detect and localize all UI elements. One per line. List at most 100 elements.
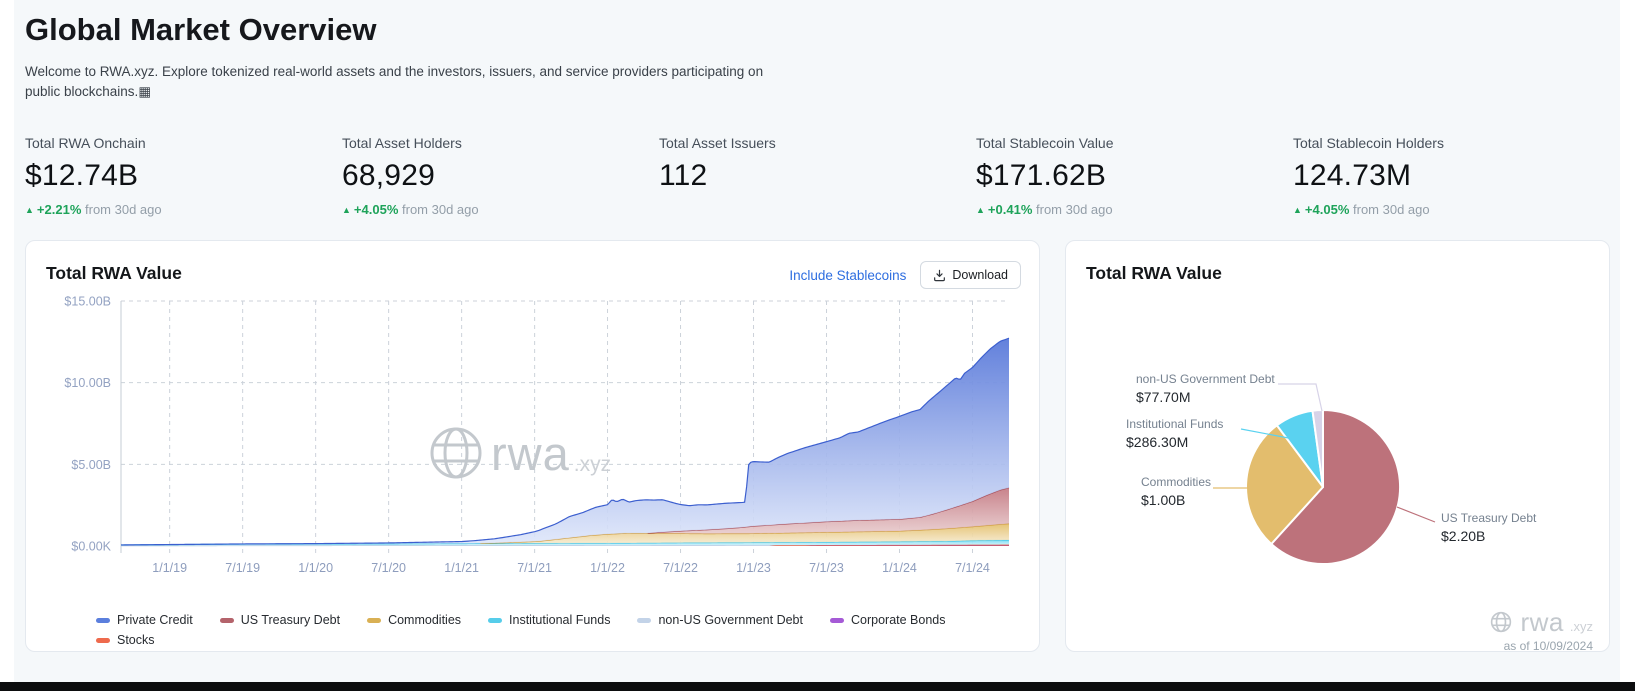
pie-label-commodities: Commodities $1.00B (1141, 474, 1211, 508)
x-tick-label: 1/1/24 (882, 561, 917, 575)
pie-label-us-treasury-debt: US Treasury Debt $2.20B (1441, 510, 1536, 544)
legend-swatch (637, 617, 652, 623)
stat-delta-pct: +4.05% (353, 202, 399, 217)
leader-line-non-us-government-debt (1278, 383, 1323, 412)
area-chart-legend: Private Credit US Treasury Debt Commoditie… (96, 613, 1031, 647)
legend-swatch (96, 617, 110, 623)
include-stablecoins-link[interactable]: Include Stablecoins (789, 268, 906, 283)
page: Global Market Overview Welcome to RWA.xy… (0, 0, 1635, 691)
total-rwa-value-area-card: Total RWA Value Include Stablecoins Down… (25, 240, 1040, 652)
pie-label-value: $286.30M (1126, 434, 1189, 450)
stat-value: $12.74B (25, 159, 139, 192)
legend-label: Corporate Bonds (850, 613, 946, 627)
stat-total-rwa-onchain: Total RWA Onchain $12.74B ▲ +2.21% from 3… (25, 135, 342, 217)
stat-delta: ▲ +4.05% from 30d ago (1293, 202, 1610, 217)
stat-total-stablecoin-value: Total Stablecoin Value $171.62B ▲ +0.41% … (976, 135, 1293, 217)
legend-label: Institutional Funds (509, 613, 611, 627)
x-tick-label: 1/1/22 (590, 561, 625, 575)
up-triangle-icon: ▲ (342, 205, 351, 215)
rwa-value-area-chart[interactable]: $0.00K $5.00B $10.00B $15.00B 1/1/19 7/1/19 1/… (26, 287, 1041, 599)
x-tick-label: 1/1/23 (736, 561, 771, 575)
area-card-actions: Include Stablecoins Download (789, 261, 1021, 289)
pie-label-name: Commodities (1141, 475, 1212, 489)
x-tick-label: 7/1/19 (225, 561, 260, 575)
y-tick-label: $0.00K (71, 540, 111, 554)
legend-swatch (219, 617, 234, 623)
x-tick-label: 1/1/19 (152, 561, 187, 575)
stat-label: Total Stablecoin Holders (1293, 135, 1444, 151)
stat-label: Total RWA Onchain (25, 135, 146, 151)
as-of-date: as of 10/09/2024 (1503, 639, 1593, 653)
pie-label-value: $2.20B (1441, 528, 1486, 544)
stat-total-asset-holders: Total Asset Holders 68,929 ▲ +4.05% from … (342, 135, 659, 217)
page-subtitle: Welcome to RWA.xyz. Explore tokenized re… (25, 62, 795, 102)
legend-swatch (96, 637, 110, 643)
area-private-credit (121, 338, 1009, 546)
legend-item-stocks[interactable]: Stocks (96, 633, 155, 647)
stat-label: Total Asset Issuers (659, 135, 776, 151)
y-tick-label: $5.00B (71, 458, 111, 472)
page-title: Global Market Overview (25, 12, 377, 47)
legend-item-commodities[interactable]: Commodities (367, 613, 461, 627)
bottom-dark-bar (0, 682, 1635, 691)
stat-delta-pct: +0.41% (987, 202, 1033, 217)
x-tick-label: 1/1/21 (444, 561, 479, 575)
legend-label: US Treasury Debt (240, 613, 341, 627)
pie-label-non-us-government-debt: non-US Government Debt $77.70M (1136, 371, 1275, 405)
stats-row: Total RWA Onchain $12.74B ▲ +2.21% from 3… (25, 135, 1610, 217)
download-button-label: Download (952, 268, 1008, 282)
page-subtitle-line2: public blockchains.▦ (25, 84, 152, 99)
download-icon (934, 269, 946, 281)
legend-swatch (829, 617, 844, 623)
legend-item-us-treasury-debt[interactable]: US Treasury Debt (219, 613, 341, 627)
total-rwa-value-pie-card: Total RWA Value non-US Government Debt $… (1065, 240, 1610, 653)
pie-label-value: $77.70M (1136, 389, 1191, 405)
legend-label: Commodities (388, 613, 462, 627)
legend-item-non-us-government-debt[interactable]: non-US Government Debt (637, 613, 803, 627)
stat-delta-pct: +2.21% (36, 202, 82, 217)
x-tick-label: 1/1/20 (298, 561, 333, 575)
up-triangle-icon: ▲ (25, 205, 34, 215)
x-tick-label: 7/1/24 (955, 561, 990, 575)
legend-label: Private Credit (117, 613, 193, 627)
page-subtitle-line1: Welcome to RWA.xyz. Explore tokenized re… (25, 64, 764, 79)
stat-delta: ▲ +4.05% from 30d ago (342, 202, 659, 217)
legend-label: non-US Government Debt (658, 613, 803, 627)
legend-label: Stocks (117, 633, 155, 647)
right-gutter (1620, 0, 1635, 682)
legend-item-private-credit[interactable]: Private Credit (96, 613, 193, 627)
legend-item-institutional-funds[interactable]: Institutional Funds (488, 613, 610, 627)
stat-value: 112 (659, 159, 708, 192)
stat-delta: ▲ +2.21% from 30d ago (25, 202, 342, 217)
up-triangle-icon: ▲ (1293, 205, 1302, 215)
stat-delta: ▲ +0.41% from 30d ago (976, 202, 1293, 217)
pie-label-institutional-funds: Institutional Funds $286.30M (1126, 416, 1223, 450)
pie-label-name: Institutional Funds (1126, 417, 1224, 431)
stat-total-asset-issuers: Total Asset Issuers 112 (659, 135, 976, 217)
leader-line-us-treasury-debt (1396, 506, 1436, 523)
legend-swatch (367, 617, 382, 623)
stat-value: 68,929 (342, 159, 435, 192)
download-button[interactable]: Download (920, 261, 1021, 289)
stat-delta-suffix: from 30d ago (1036, 202, 1113, 217)
x-tick-label: 7/1/21 (517, 561, 552, 575)
pie-label-value: $1.00B (1141, 492, 1186, 508)
legend-swatch (488, 617, 503, 623)
area-card-title: Total RWA Value (46, 263, 182, 283)
pie-label-name: non-US Government Debt (1136, 372, 1275, 386)
legend-item-corporate-bonds[interactable]: Corporate Bonds (829, 613, 946, 627)
stat-label: Total Asset Holders (342, 135, 462, 151)
stat-total-stablecoin-holders: Total Stablecoin Holders 124.73M ▲ +4.05%… (1293, 135, 1610, 217)
pie-label-name: US Treasury Debt (1441, 511, 1537, 525)
stat-value: 124.73M (1293, 159, 1412, 192)
y-tick-label: $10.00B (64, 376, 111, 390)
x-tick-label: 7/1/22 (663, 561, 698, 575)
stat-value: $171.62B (976, 159, 1107, 192)
stat-delta-pct: +4.05% (1304, 202, 1350, 217)
stat-delta-suffix: from 30d ago (1353, 202, 1430, 217)
stat-delta-suffix: from 30d ago (402, 202, 479, 217)
up-triangle-icon: ▲ (976, 205, 985, 215)
stat-delta-suffix: from 30d ago (85, 202, 162, 217)
x-tick-label: 7/1/20 (371, 561, 406, 575)
x-tick-label: 7/1/23 (809, 561, 844, 575)
